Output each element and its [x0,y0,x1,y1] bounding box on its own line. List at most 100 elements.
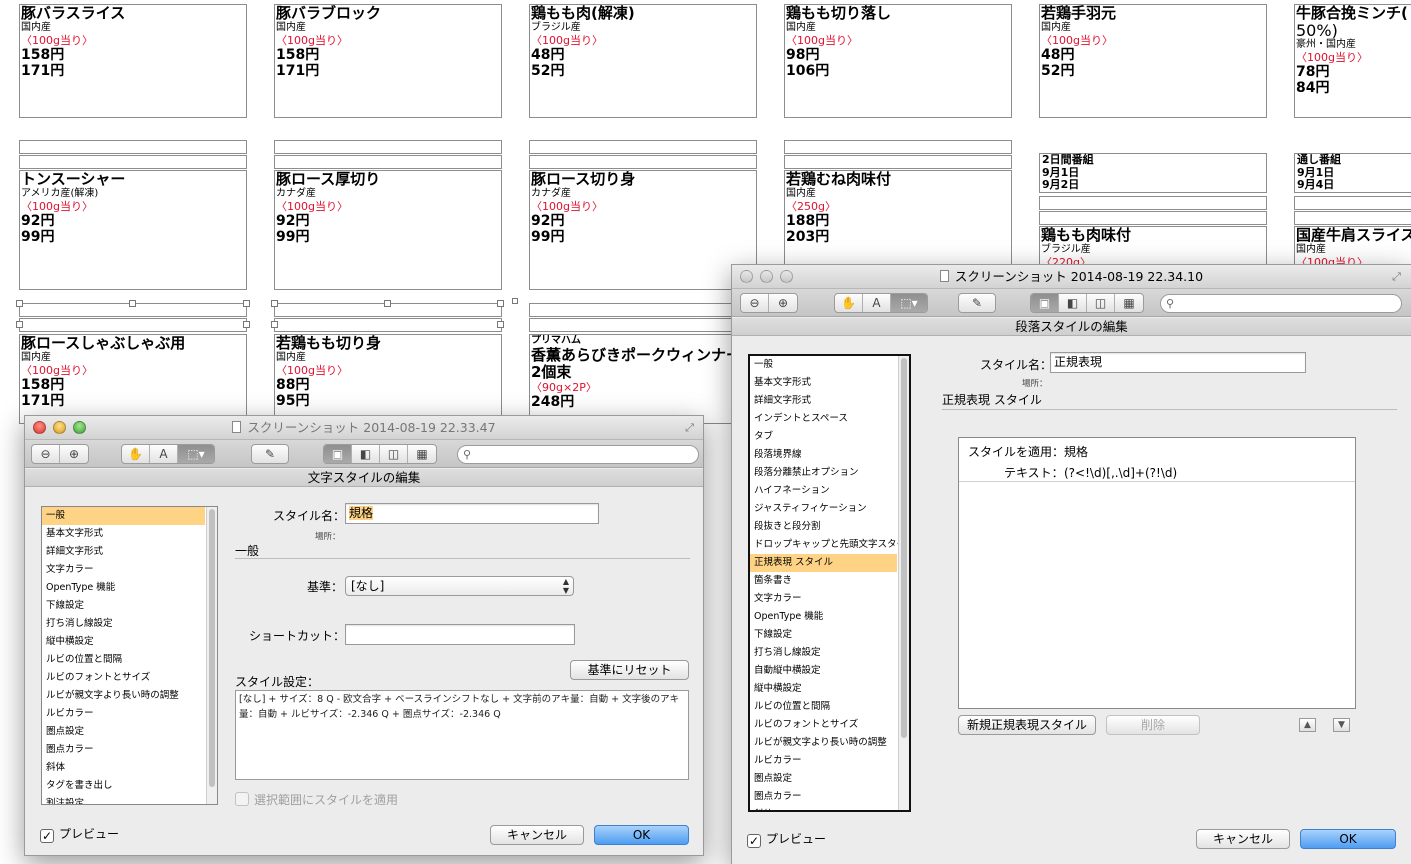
empty-frame[interactable] [19,140,247,154]
based-on-dropdown[interactable]: [なし] ▲ ▼ [345,576,574,596]
category-item[interactable]: ジャスティフィケーション [750,500,897,518]
empty-frame[interactable] [529,318,757,332]
empty-frame[interactable] [274,155,502,169]
product-card[interactable]: 鶏もも肉(解凍) ブラジル産 〈100g当り〉 48円 52円 [529,4,757,118]
empty-frame[interactable] [1294,196,1411,210]
selection-handle[interactable] [243,300,250,307]
category-item[interactable]: 基本文字形式 [750,374,897,392]
selection-handle[interactable] [129,300,136,307]
date-frame[interactable]: 通し番組 9月1日 9月4日 [1294,153,1411,193]
selection-handle[interactable] [16,300,23,307]
category-item[interactable]: 打ち消し線設定 [750,644,897,662]
grid-view-icon[interactable]: ▦ [408,445,436,463]
shortcut-field[interactable] [345,624,575,645]
selection-handle[interactable] [271,321,278,328]
empty-frame[interactable] [19,155,247,169]
rect-select-icon[interactable]: ⬚▾ [891,294,927,312]
category-item[interactable]: 文字カラー [750,590,897,608]
window-titlebar[interactable]: スクリーンショット 2014-08-19 22.33.47 ⤢ [25,416,703,440]
pencil-icon[interactable]: ✎ [252,445,288,463]
product-card[interactable]: 豚バラスライス 国内産 〈100g当り〉 158円 171円 [19,4,247,118]
product-card[interactable]: 豚ロース切り身 カナダ産 〈100g当り〉 92円 99円 [529,170,757,290]
zoom-out-icon[interactable]: ⊖ [741,294,769,312]
selection-handle[interactable] [243,321,250,328]
product-card[interactable]: 若鶏もも切り身 国内産 〈100g当り〉 88円 95円 [274,334,502,424]
empty-frame[interactable] [529,303,757,317]
category-item[interactable]: 打ち消し線設定 [42,615,205,633]
two-page-view-icon[interactable]: ◫ [1087,294,1115,312]
two-page-view-icon[interactable]: ◫ [380,445,408,463]
pencil-icon[interactable]: ✎ [959,294,995,312]
empty-frame[interactable] [1039,211,1267,225]
category-item[interactable]: ルビのフォントとサイズ [42,669,205,687]
empty-frame[interactable] [1039,196,1267,210]
product-card[interactable]: 豚ロースしゃぶしゃぶ用 国内産 〈100g当り〉 158円 171円 [19,334,247,424]
text-pattern-value[interactable]: (?<!\d)[,.\d]+(?!\d) [1064,465,1177,481]
hand-tool-icon[interactable]: ✋ [122,445,150,463]
category-item[interactable]: 縦中横設定 [750,680,897,698]
move-up-icon[interactable]: ▲ [1299,718,1316,732]
category-item[interactable]: 圏点カラー [42,741,205,759]
category-item[interactable]: ルビが親文字より長い時の調整 [750,734,897,752]
category-item[interactable]: 自動縦中横設定 [750,662,897,680]
category-item[interactable]: 圏点設定 [750,770,897,788]
category-item[interactable]: 圏点設定 [42,723,205,741]
rect-select-icon[interactable]: ⬚▾ [178,445,214,463]
product-card[interactable]: 豚ロース厚切り カナダ産 〈100g当り〉 92円 99円 [274,170,502,290]
category-item[interactable]: 正規表現 スタイル [750,554,897,572]
empty-frame[interactable] [274,140,502,154]
category-item[interactable]: 段落境界線 [750,446,897,464]
category-item[interactable]: 段落分離禁止オプション [750,464,897,482]
category-item[interactable]: 文字カラー [42,561,205,579]
delete-button[interactable]: 削除 [1106,715,1200,735]
checkmark-icon[interactable]: ✓ [40,829,54,843]
product-card[interactable]: プリマハム 香薫あらびきポークウィンナー 2個束 〈90g×2P〉 248円 [529,334,739,424]
preview-checkbox[interactable]: ✓ プレビュー [747,831,826,848]
product-card[interactable]: 牛豚合挽ミンチ( 50%) 豪州・国内産 〈100g当り〉 78円 84円 [1294,4,1411,118]
category-list[interactable]: 一般 基本文字形式 詳細文字形式 インデントとスペース タブ 段落境界線 段落分離禁止オプシ… [748,354,911,812]
category-item[interactable]: 斜体 [42,759,205,777]
window-titlebar[interactable]: スクリーンショット 2014-08-19 22.34.10 ⤢ [732,265,1411,289]
category-item[interactable]: ハイフネーション [750,482,897,500]
selection-handle[interactable] [497,300,504,307]
style-name-field[interactable]: 正規表現 [1050,352,1306,373]
empty-frame[interactable] [1294,211,1411,225]
product-card[interactable]: 若鶏手羽元 国内産 〈100g当り〉 48円 52円 [1039,4,1267,118]
hand-tool-icon[interactable]: ✋ [835,294,863,312]
category-item[interactable]: 箇条書き [750,572,897,590]
category-item[interactable]: ルビのフォントとサイズ [750,716,897,734]
category-item[interactable]: 割注設定 [42,795,205,804]
ok-button[interactable]: OK [1300,829,1396,849]
zoom-in-icon[interactable]: ⊕ [60,445,88,463]
category-item[interactable]: 一般 [750,356,897,374]
grep-style-list[interactable]: スタイルを適用： 規格 テキスト： (?<!\d)[,.\d]+(?!\d) [958,437,1356,709]
category-item[interactable]: インデントとスペース [750,410,897,428]
product-card[interactable]: トンスーシャー アメリカ産(解凍) 〈100g当り〉 92円 99円 [19,170,247,290]
sidebar-view-icon[interactable]: ◧ [1059,294,1087,312]
selection-handle[interactable] [384,300,391,307]
grid-view-icon[interactable]: ▦ [1115,294,1143,312]
content-only-view-icon[interactable]: ▣ [324,445,352,463]
empty-frame[interactable] [274,318,502,332]
category-item[interactable]: 下線設定 [42,597,205,615]
empty-frame[interactable] [19,318,247,332]
category-item[interactable]: 基本文字形式 [42,525,205,543]
fullscreen-icon[interactable]: ⤢ [683,421,696,434]
selection-handle[interactable] [497,321,504,328]
selection-handle[interactable] [16,321,23,328]
selection-handle[interactable] [512,298,518,304]
zoom-in-icon[interactable]: ⊕ [769,294,797,312]
category-item[interactable]: タブ [750,428,897,446]
date-frame[interactable]: 2日間番組 9月1日 9月2日 [1039,153,1267,193]
category-item[interactable]: ルビの位置と間隔 [42,651,205,669]
category-item[interactable]: ルビの位置と間隔 [750,698,897,716]
category-item[interactable]: 斜体 [750,806,897,810]
grep-rule-row[interactable]: スタイルを適用： 規格 テキスト： (?<!\d)[,.\d]+(?!\d) [959,438,1355,482]
move-down-icon[interactable]: ▼ [1333,718,1350,732]
checkmark-icon[interactable]: ✓ [747,834,761,848]
product-card[interactable]: 鶏もも切り落し 国内産 〈100g当り〉 98円 106円 [784,4,1012,118]
zoom-out-icon[interactable]: ⊖ [32,445,60,463]
category-item[interactable]: ルビカラー [750,752,897,770]
list-scrollbar[interactable] [898,356,909,810]
list-scrollbar[interactable] [206,507,217,804]
